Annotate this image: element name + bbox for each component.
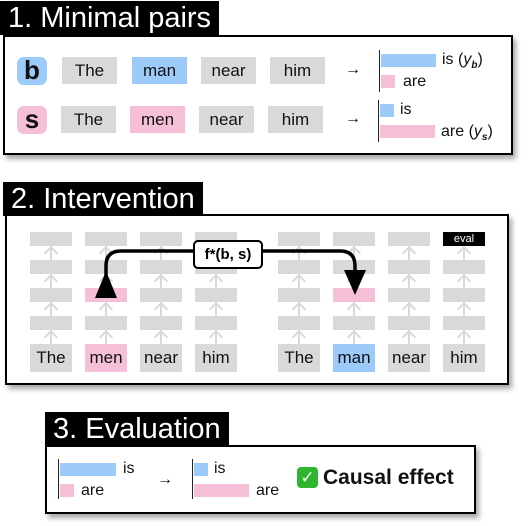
arrowhead-up	[95, 271, 117, 298]
function-label: f*(b, s)	[193, 240, 263, 269]
label-are: are	[81, 482, 105, 499]
arrowhead-down	[344, 270, 366, 295]
label-is: is	[214, 460, 226, 477]
section-title-evaluation: 3. Evaluation	[45, 412, 229, 446]
bar-axis	[192, 459, 193, 499]
check-icon: ✓	[297, 467, 318, 488]
label-are: are	[256, 482, 280, 499]
label-is: is	[123, 460, 135, 477]
arrow-icon: →	[157, 471, 173, 488]
bar-are	[194, 484, 249, 497]
bar-are	[60, 484, 74, 497]
causal-effect-label: Causal effect	[323, 466, 454, 489]
evaluation-panel: is are → is are ✓ Causal effect	[45, 445, 476, 514]
bar-axis	[58, 459, 59, 499]
bar-is	[60, 463, 116, 476]
bar-is	[194, 463, 208, 476]
